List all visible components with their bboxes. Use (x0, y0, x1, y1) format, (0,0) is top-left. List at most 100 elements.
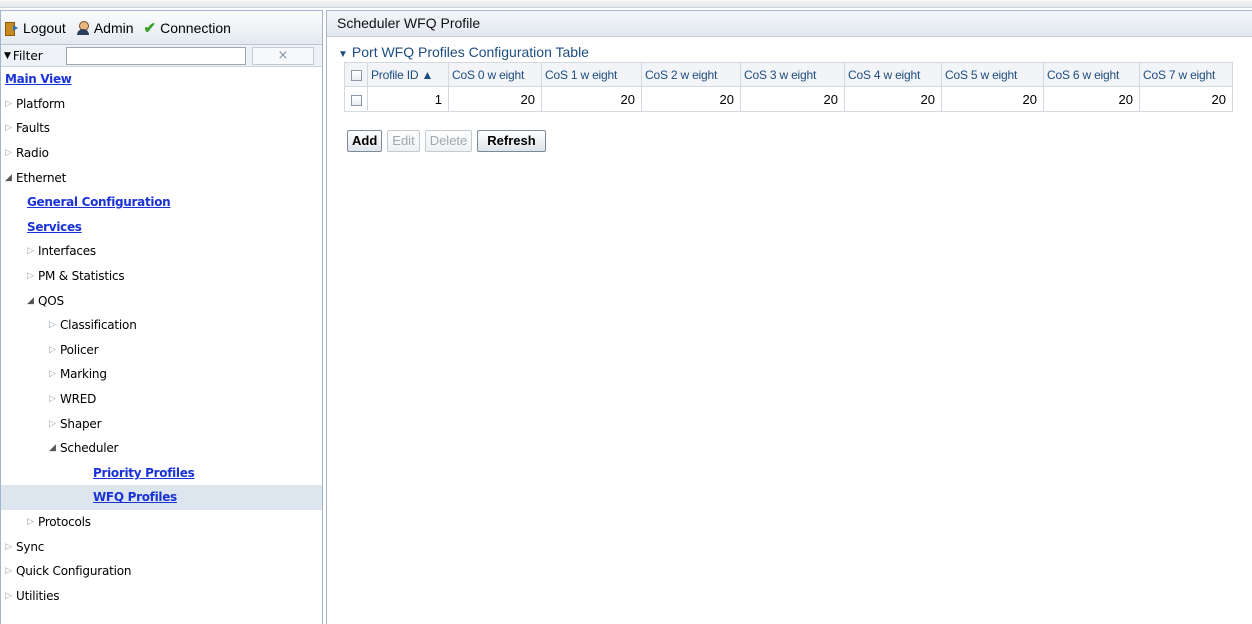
add-button[interactable]: Add (347, 130, 383, 152)
tree-label: WRED (60, 392, 97, 407)
general-configuration-link[interactable]: General Configuration (27, 195, 171, 209)
column-header-cos0[interactable]: CoS 0 w eight (448, 62, 542, 87)
collapse-icon[interactable]: ◢ (27, 296, 38, 306)
expand-icon[interactable]: ▷ (49, 419, 60, 429)
tree-item-qos[interactable]: ◢ QOS (1, 288, 322, 313)
refresh-button[interactable]: Refresh (477, 130, 546, 152)
expand-icon[interactable]: ▷ (49, 394, 60, 404)
tree-label: Protocols (38, 514, 91, 529)
admin-label: Admin (93, 19, 134, 36)
expand-icon[interactable]: ▷ (27, 246, 38, 256)
main-view-link[interactable]: Main View (5, 72, 72, 86)
expand-icon[interactable]: ▷ (5, 99, 16, 109)
row-checkbox[interactable] (350, 94, 362, 106)
top-strip (0, 0, 1252, 8)
logout-icon (5, 21, 19, 36)
expand-icon[interactable]: ▷ (49, 369, 60, 379)
edit-button[interactable]: Edit (387, 130, 420, 152)
tree-label: Utilities (16, 588, 60, 603)
connection-button[interactable]: ✔ Connection (144, 19, 231, 37)
filter-input[interactable] (66, 46, 246, 65)
expand-icon[interactable]: ▷ (5, 542, 16, 552)
top-toolbar: Logout Admin ✔ Connection (1, 11, 322, 45)
column-header-cos1[interactable]: CoS 1 w eight (541, 62, 642, 87)
table-cell: 20 (1139, 86, 1233, 112)
tree-item-platform[interactable]: ▷ Platform (1, 92, 322, 117)
tree-item-wfq-profiles: WFQ Profiles (1, 485, 322, 510)
tree-label: Interfaces (38, 244, 96, 259)
column-header-profile-id[interactable]: Profile ID ▲ (367, 62, 449, 87)
column-header-cos6[interactable]: CoS 6 w eight (1043, 62, 1140, 87)
tree-item-faults[interactable]: ▷ Faults (1, 116, 322, 141)
table-cell: 20 (844, 86, 942, 112)
checkmark-icon: ✔ (143, 19, 157, 37)
table-cell: 20 (641, 86, 741, 112)
expand-icon[interactable]: ▷ (5, 148, 16, 158)
collapse-icon[interactable]: ◢ (49, 443, 60, 453)
tree-item-services: Services (1, 215, 322, 240)
tree-item-protocols[interactable]: ▷ Protocols (1, 510, 322, 535)
priority-profiles-link[interactable]: Priority Profiles (93, 466, 195, 480)
expand-icon[interactable]: ▷ (5, 123, 16, 133)
delete-button[interactable]: Delete (424, 130, 473, 152)
section-header[interactable]: ▼ Port WFQ Profiles Configuration Table (338, 42, 1252, 62)
column-header-cos5[interactable]: CoS 5 w eight (941, 62, 1044, 87)
tree-label: QOS (38, 293, 64, 308)
expand-icon[interactable]: ▷ (27, 271, 38, 281)
tree-item-sync[interactable]: ▷ Sync (1, 534, 322, 559)
tree-label: Scheduler (60, 441, 119, 456)
tree-item-classification[interactable]: ▷ Classification (1, 313, 322, 338)
services-link[interactable]: Services (27, 220, 82, 234)
tree-label: Radio (16, 146, 49, 161)
select-all-checkbox[interactable] (350, 69, 362, 81)
tree-item-marking[interactable]: ▷ Marking (1, 362, 322, 387)
column-header-cos4[interactable]: CoS 4 w eight (844, 62, 942, 87)
tree-label: Classification (60, 318, 137, 333)
tree-item-radio[interactable]: ▷ Radio (1, 141, 322, 166)
tree-item-general-configuration: General Configuration (1, 190, 322, 215)
table-cell: 20 (448, 86, 542, 112)
tree-item-utilities[interactable]: ▷ Utilities (1, 583, 322, 608)
filter-toggle[interactable]: ▼ Filter (4, 49, 66, 63)
select-all-cell (344, 62, 368, 87)
expand-icon[interactable]: ▷ (27, 517, 38, 527)
tree-item-policer[interactable]: ▷ Policer (1, 338, 322, 363)
column-header-cos2[interactable]: CoS 2 w eight (641, 62, 741, 87)
filter-bar: ▼ Filter × (1, 45, 322, 67)
tree-label: Quick Configuration (16, 564, 132, 579)
admin-button[interactable]: Admin (76, 20, 134, 36)
table-cell: 1 (367, 86, 449, 112)
row-select-cell (344, 86, 368, 112)
triangle-down-icon: ▼ (4, 50, 11, 61)
tree-item-interfaces[interactable]: ▷ Interfaces (1, 239, 322, 264)
expand-icon[interactable]: ▷ (5, 566, 16, 576)
tree-item-pm-statistics[interactable]: ▷ PM & Statistics (1, 264, 322, 289)
tree-item-scheduler[interactable]: ◢ Scheduler (1, 436, 322, 461)
wfq-profiles-link[interactable]: WFQ Profiles (93, 490, 177, 504)
expand-icon[interactable]: ▷ (49, 345, 60, 355)
tree-label: Marking (60, 367, 107, 382)
table-row[interactable]: 1 20 20 20 20 20 20 20 20 (344, 86, 1233, 112)
tree-label: Shaper (60, 416, 102, 431)
table-cell: 20 (941, 86, 1044, 112)
tree-label: Policer (60, 342, 99, 357)
page-title: Scheduler WFQ Profile (327, 11, 1252, 37)
tree-item-shaper[interactable]: ▷ Shaper (1, 411, 322, 436)
clear-filter-button[interactable]: × (252, 46, 314, 65)
table-header-row: Profile ID ▲ CoS 0 w eight CoS 1 w eight… (344, 62, 1233, 87)
tree-label: Sync (16, 539, 45, 554)
collapse-icon[interactable]: ◢ (5, 173, 16, 183)
tree-item-priority-profiles: Priority Profiles (1, 461, 322, 486)
column-header-cos7[interactable]: CoS 7 w eight (1139, 62, 1233, 87)
tree-label: PM & Statistics (38, 269, 125, 284)
expand-icon[interactable]: ▷ (5, 591, 16, 601)
content-panel: Scheduler WFQ Profile ▼ Port WFQ Profiles… (326, 10, 1252, 624)
column-header-cos3[interactable]: CoS 3 w eight (740, 62, 845, 87)
user-icon (76, 20, 90, 35)
table-cell: 20 (541, 86, 642, 112)
tree-item-quick-configuration[interactable]: ▷ Quick Configuration (1, 559, 322, 584)
tree-item-ethernet[interactable]: ◢ Ethernet (1, 165, 322, 190)
logout-button[interactable]: Logout (5, 20, 66, 36)
tree-item-wred[interactable]: ▷ WRED (1, 387, 322, 412)
expand-icon[interactable]: ▷ (49, 320, 60, 330)
